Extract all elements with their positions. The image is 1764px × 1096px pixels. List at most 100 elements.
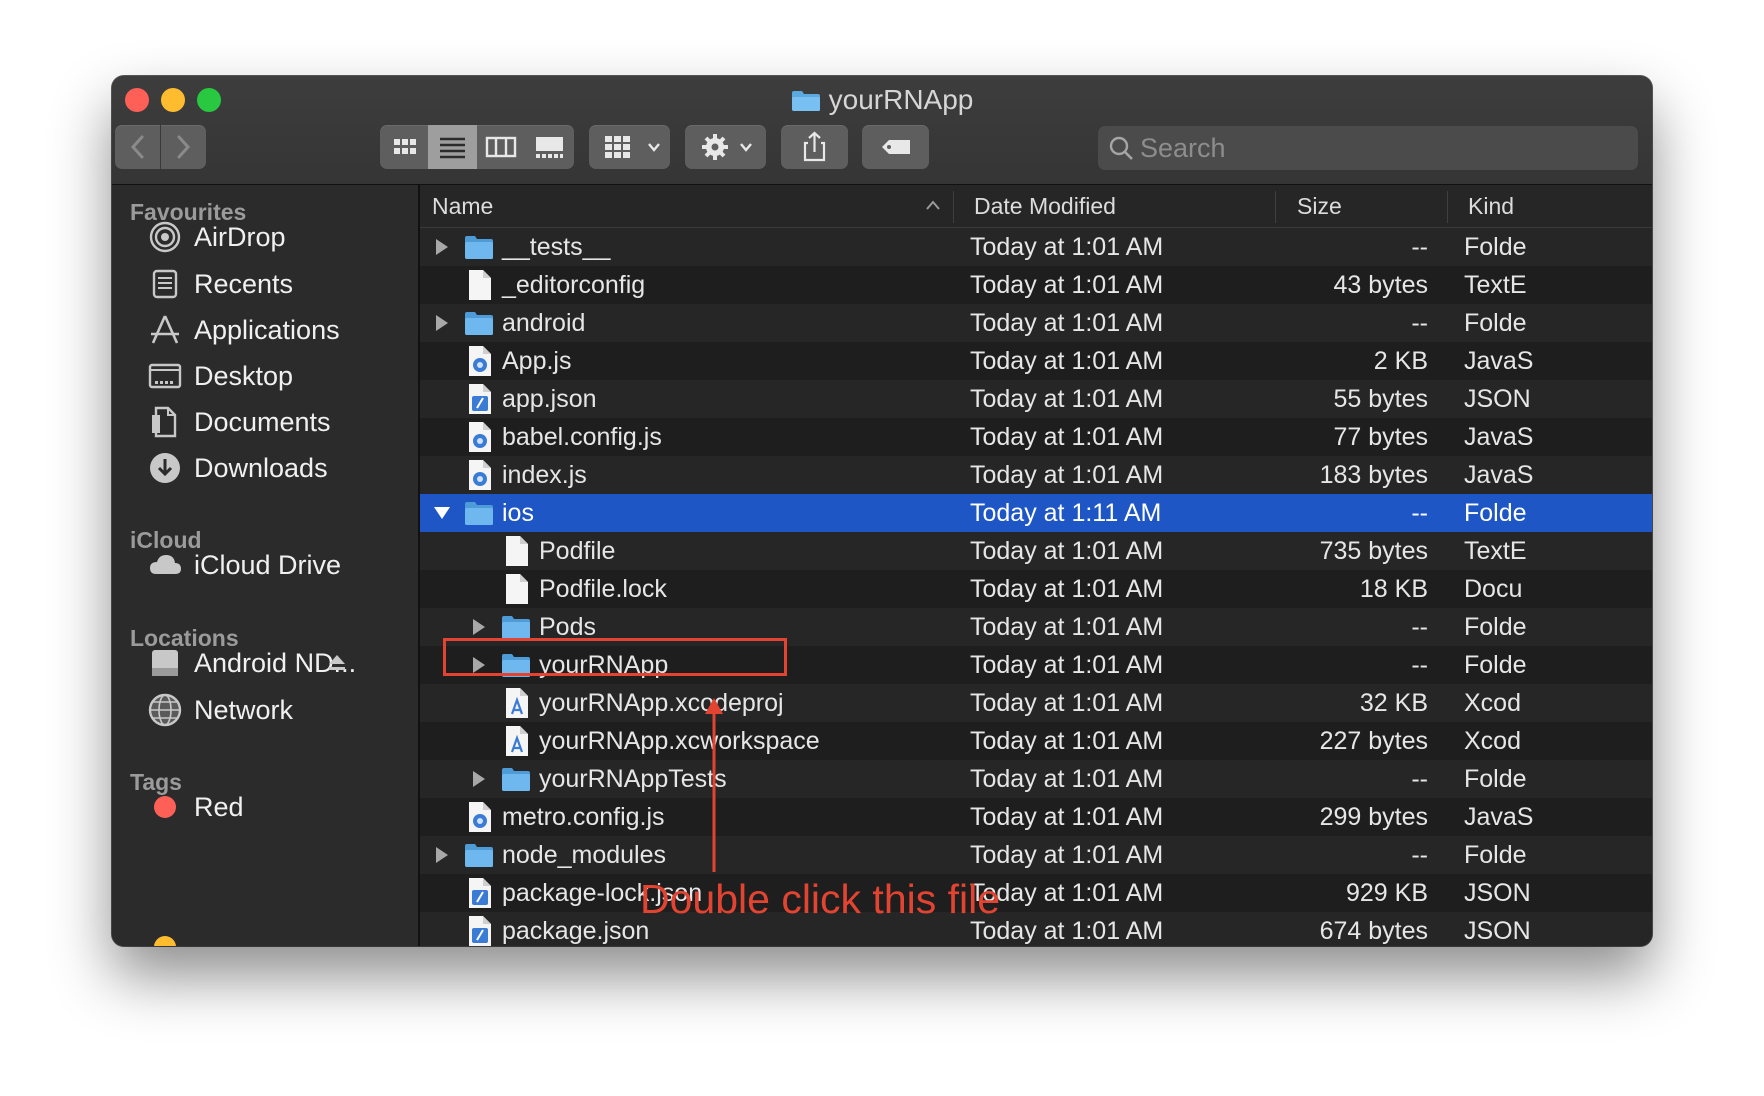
disclosure-closed-icon[interactable] (432, 236, 452, 258)
sidebar-item-label: Network (194, 694, 294, 725)
file-row[interactable]: App.js Today at 1:01 AM 2 KB JavaS (420, 342, 1652, 380)
file-row[interactable]: Podfile Today at 1:01 AM 735 bytes TextE (420, 532, 1652, 570)
sidebar-item-label: AirDrop (194, 221, 286, 252)
column-view-icon (485, 136, 517, 158)
file-row[interactable]: node_modules Today at 1:01 AM -- Folde (420, 836, 1652, 874)
disclosure-open-icon[interactable] (432, 502, 452, 524)
file-name: yourRNAppTests (539, 765, 727, 793)
file-row[interactable]: package-lock.json Today at 1:01 AM 929 KB J… (420, 874, 1652, 912)
file-date: Today at 1:01 AM (970, 271, 1164, 299)
sidebar-item-desktop[interactable]: Desktop (148, 354, 293, 398)
disclosure-closed-icon[interactable] (469, 616, 489, 638)
file-row[interactable]: babel.config.js Today at 1:01 AM 77 bytes J… (420, 418, 1652, 456)
file-date: Today at 1:11 AM (970, 499, 1162, 527)
file-row[interactable]: yourRNApp.xcodeproj Today at 1:01 AM 32 KB… (420, 684, 1652, 722)
sidebar-item-icloud-drive[interactable]: iCloud Drive (148, 543, 341, 587)
disclosure-closed-icon[interactable] (432, 844, 452, 866)
file-date: Today at 1:01 AM (970, 575, 1164, 603)
action-menu-button[interactable] (685, 125, 766, 169)
list-view-button[interactable] (428, 125, 477, 169)
file-kind: JSON (1464, 879, 1531, 907)
file-size: 929 KB (1345, 879, 1428, 907)
column-date-header[interactable]: Date Modified (974, 193, 1116, 220)
file-name: Podfile.lock (539, 575, 667, 603)
sidebar-item-downloads[interactable]: Downloads (148, 446, 328, 490)
file-name: __tests__ (502, 233, 611, 261)
file-name: _editorconfig (502, 271, 646, 299)
document-icon (467, 269, 493, 301)
documents-icon (148, 405, 182, 439)
edit-tags-button[interactable] (862, 125, 929, 169)
sidebar-item-android-ndk[interactable]: Android ND... (148, 641, 356, 685)
file-size: -- (1411, 765, 1428, 793)
search-icon (1109, 136, 1133, 160)
file-date: Today at 1:01 AM (970, 651, 1164, 679)
file-row[interactable]: metro.config.js Today at 1:01 AM 299 bytes… (420, 798, 1652, 836)
column-view-button[interactable] (477, 125, 525, 169)
file-date: Today at 1:01 AM (970, 841, 1164, 869)
file-kind: JavaS (1464, 461, 1534, 489)
share-button[interactable] (781, 125, 848, 169)
chevron-left-icon (130, 135, 144, 159)
group-by-button[interactable] (589, 125, 670, 169)
column-name-header[interactable]: Name (432, 193, 493, 220)
finder-window: yourRNApp Search Favourites AirDrop Rece… (112, 76, 1652, 946)
file-size: -- (1411, 309, 1428, 337)
file-size: 18 KB (1359, 575, 1428, 603)
folder-icon (464, 839, 494, 871)
search-field[interactable]: Search (1098, 126, 1638, 170)
file-kind: Xcod (1464, 727, 1521, 755)
file-kind: Folde (1464, 651, 1527, 679)
file-date: Today at 1:01 AM (970, 613, 1164, 641)
airdrop-icon (148, 220, 182, 254)
back-button[interactable] (115, 125, 160, 169)
file-row[interactable]: yourRNAppTests Today at 1:01 AM -- Folde (420, 760, 1652, 798)
file-size: 674 bytes (1319, 917, 1428, 945)
gallery-view-button[interactable] (525, 125, 574, 169)
sidebar-item-recents[interactable]: Recents (148, 262, 293, 306)
file-row[interactable]: app.json Today at 1:01 AM 55 bytes JSON (420, 380, 1652, 418)
javascript-file-icon (467, 421, 493, 453)
file-kind: Xcod (1464, 689, 1521, 717)
disclosure-closed-icon[interactable] (432, 312, 452, 334)
file-name: yourRNApp.xcworkspace (539, 727, 820, 755)
file-name: index.js (502, 461, 587, 489)
file-row[interactable]: ios Today at 1:11 AM -- Folde (420, 494, 1652, 532)
file-row[interactable]: package.json Today at 1:01 AM 674 bytes JSO… (420, 912, 1652, 946)
file-row[interactable]: Podfile.lock Today at 1:01 AM 18 KB Docu (420, 570, 1652, 608)
file-row[interactable]: index.js Today at 1:01 AM 183 bytes JavaS (420, 456, 1652, 494)
orange-tag-dot-icon (154, 936, 176, 946)
json-file-icon (467, 915, 493, 946)
file-kind: Folde (1464, 765, 1527, 793)
sidebar-item-tag-red[interactable]: Red (148, 785, 244, 829)
file-row[interactable]: _editorconfig Today at 1:01 AM 43 bytes Tex… (420, 266, 1652, 304)
javascript-file-icon (467, 459, 493, 491)
folder-icon (501, 763, 531, 795)
sidebar-item-network[interactable]: Network (148, 688, 293, 732)
sidebar-item-documents[interactable]: Documents (148, 400, 331, 444)
file-row[interactable]: android Today at 1:01 AM -- Folde (420, 304, 1652, 342)
sidebar-item-applications[interactable]: Applications (148, 308, 340, 352)
column-kind-header[interactable]: Kind (1468, 193, 1514, 220)
sidebar: Favourites AirDrop Recents Applications … (112, 185, 420, 946)
column-size-header[interactable]: Size (1297, 193, 1342, 220)
icon-view-button[interactable] (380, 125, 428, 169)
file-date: Today at 1:01 AM (970, 461, 1164, 489)
document-icon (504, 535, 530, 567)
sidebar-item-airdrop[interactable]: AirDrop (148, 215, 286, 259)
file-row[interactable]: __tests__ Today at 1:01 AM -- Folde (420, 228, 1652, 266)
sidebar-item-label: Recents (194, 268, 294, 299)
disclosure-closed-icon[interactable] (469, 768, 489, 790)
file-row[interactable]: yourRNApp.xcworkspace Today at 1:01 AM 227… (420, 722, 1652, 760)
sidebar-item-label: Red (194, 791, 244, 822)
file-kind: JavaS (1464, 423, 1534, 451)
annotation-text: Double click this file (640, 876, 1001, 922)
title-bar: yourRNApp Search (112, 76, 1652, 185)
file-date: Today at 1:01 AM (970, 727, 1164, 755)
eject-icon[interactable] (326, 652, 348, 674)
sidebar-item-label: iCloud Drive (194, 549, 342, 580)
file-kind: Folde (1464, 309, 1527, 337)
file-size: 2 KB (1373, 347, 1428, 375)
folder-icon (464, 307, 494, 339)
forward-button[interactable] (161, 125, 206, 169)
